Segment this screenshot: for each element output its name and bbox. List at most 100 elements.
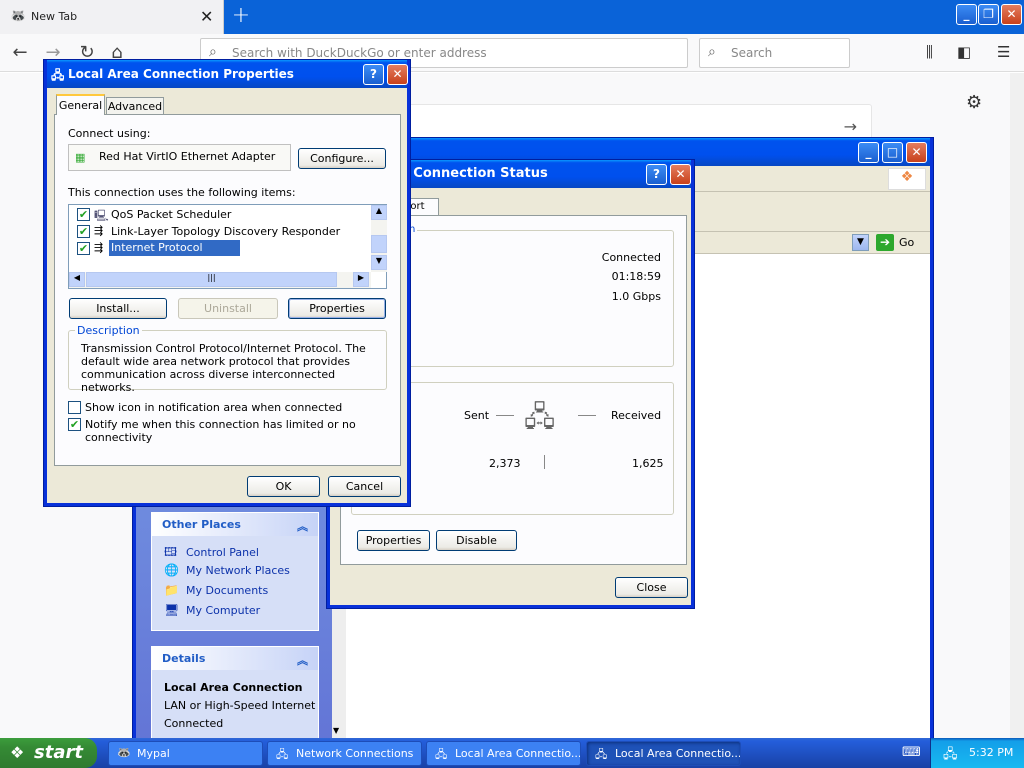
item-checkbox[interactable]: ✔: [77, 208, 90, 221]
general-tab-panel: Connect using: ▦ Red Hat VirtIO Ethernet…: [54, 114, 401, 466]
collapse-icon: ︽: [297, 654, 308, 667]
status-properties-button[interactable]: Properties: [357, 530, 430, 551]
list-item-selected[interactable]: Internet Protocol (TCP/IP): [109, 240, 240, 267]
library-icon[interactable]: ⫼: [926, 43, 933, 61]
back-arrow-icon[interactable]: ←: [9, 42, 31, 63]
details-status: Connected: [164, 717, 224, 730]
address-dropdown-icon[interactable]: ▼: [852, 234, 869, 251]
network-connections-icon: 🖧: [276, 748, 289, 761]
adapter-name: Red Hat VirtIO Ethernet Adapter: [99, 150, 276, 163]
arrow-right-icon[interactable]: →: [844, 117, 857, 136]
hscroll-thumb[interactable]: |||: [86, 272, 337, 287]
network-icon: 🖧: [595, 748, 608, 761]
lan-properties-dialog: 🖧 Local Area Connection Properties ? ✕ G…: [44, 60, 410, 506]
show-icon-label[interactable]: Show icon in notification area when conn…: [85, 401, 342, 414]
install-button[interactable]: Install...: [69, 298, 167, 319]
close-icon[interactable]: ✕: [387, 64, 408, 85]
maximize-icon[interactable]: □: [882, 142, 903, 163]
network-tray-icon[interactable]: 🖧: [943, 745, 958, 767]
cancel-button[interactable]: Cancel: [328, 476, 401, 497]
go-label[interactable]: Go: [899, 236, 914, 249]
description-title: Description: [75, 324, 142, 337]
start-button[interactable]: ❖ start: [0, 738, 97, 768]
notify-checkbox[interactable]: ✔: [68, 418, 81, 431]
show-icon-checkbox[interactable]: ✔: [68, 401, 81, 414]
task-network-connections[interactable]: 🖧 Network Connections: [267, 741, 422, 766]
items-list: ✔ 🖳 QoS Packet Scheduler ✔ ⇶ Link-Layer …: [68, 204, 387, 289]
search-box[interactable]: ⌕ Search: [699, 38, 850, 68]
scroll-up-icon[interactable]: ▲: [371, 205, 387, 220]
link-my-computer[interactable]: 🖥 My Computer: [164, 603, 260, 617]
sidebar-icon[interactable]: ◧: [957, 43, 971, 61]
ok-button[interactable]: OK: [247, 476, 320, 497]
network-card-icon: ▦: [75, 151, 86, 164]
details-title[interactable]: Details ︽: [152, 647, 318, 670]
scroll-right-icon[interactable]: ▶: [353, 272, 369, 287]
task-lan-properties[interactable]: 🖧 Local Area Connectio...: [586, 741, 741, 766]
details-type: LAN or High-Speed Internet: [164, 699, 316, 712]
sent-label: Sent: [464, 409, 490, 422]
help-icon[interactable]: ?: [646, 164, 667, 185]
task-mypal[interactable]: 🦝 Mypal: [108, 741, 263, 766]
close-icon[interactable]: ✕: [1001, 4, 1022, 25]
received-label: Received: [611, 409, 662, 422]
props-title-bar: 🖧 Local Area Connection Properties ? ✕: [47, 60, 408, 88]
minimize-icon[interactable]: _: [956, 4, 977, 25]
search-placeholder: Search: [731, 46, 773, 60]
task-lan-status[interactable]: 🖧 Local Area Connectio...: [426, 741, 581, 766]
properties-button[interactable]: Properties: [288, 298, 386, 319]
new-tab-plus-icon[interactable]: +: [231, 3, 251, 28]
protocol-icon: ⇶: [94, 224, 104, 237]
scroll-left-icon[interactable]: ◀: [69, 272, 85, 287]
item-checkbox[interactable]: ✔: [77, 225, 90, 238]
list-item[interactable]: Link-Layer Topology Discovery Responder: [111, 225, 340, 238]
list-vscrollbar[interactable]: ▲ ▼: [371, 205, 387, 272]
tab-close-icon[interactable]: ✕: [200, 7, 213, 26]
system-tray: 🖧 5:32 PM: [930, 738, 1024, 768]
notify-label[interactable]: Notify me when this connection has limit…: [85, 418, 400, 444]
link-control-panel[interactable]: 🖽 Control Panel: [164, 543, 259, 564]
other-places-title[interactable]: Other Places ︽: [152, 513, 318, 536]
keyboard-icon[interactable]: ⌨: [902, 745, 921, 760]
minimize-icon[interactable]: _: [858, 142, 879, 163]
tab-advanced[interactable]: Advanced: [106, 97, 164, 115]
gear-icon[interactable]: ⚙: [966, 92, 982, 113]
disable-button[interactable]: Disable: [436, 530, 517, 551]
configure-button[interactable]: Configure...: [298, 148, 386, 169]
connect-using-label: Connect using:: [68, 127, 151, 140]
collapse-icon: ︽: [297, 520, 308, 533]
go-arrow-icon[interactable]: ➔: [876, 234, 894, 251]
list-item[interactable]: QoS Packet Scheduler: [111, 208, 231, 221]
help-icon[interactable]: ?: [363, 64, 384, 85]
uninstall-button[interactable]: Uninstall: [178, 298, 278, 319]
received-value: 1,625: [632, 457, 664, 470]
link-my-documents[interactable]: 📁 My Documents: [164, 583, 268, 597]
other-places-panel: Other Places ︽ 🖽 Control Panel 🌐 My Network…: [151, 512, 319, 631]
tab-general[interactable]: General: [56, 94, 105, 115]
windows-flag-icon: ❖: [10, 743, 25, 762]
adapter-box: ▦ Red Hat VirtIO Ethernet Adapter: [68, 144, 291, 171]
list-hscrollbar[interactable]: ◀ ||| ▶: [69, 272, 371, 288]
mypal-icon: 🦝: [117, 746, 131, 759]
description-groupbox: Description Transmission Control Protoco…: [68, 324, 387, 394]
scroll-down-icon[interactable]: ▼: [371, 255, 387, 270]
close-icon[interactable]: ✕: [670, 164, 691, 185]
clock[interactable]: 5:32 PM: [969, 746, 1013, 759]
scroll-thumb[interactable]: [371, 235, 387, 253]
sent-value: 2,373: [489, 457, 521, 470]
link-my-network-places[interactable]: 🌐 My Network Places: [164, 563, 290, 577]
search-icon: ⌕: [209, 44, 217, 60]
item-checkbox[interactable]: ✔: [77, 242, 90, 255]
network-icon: 🖧: [51, 68, 65, 82]
menu-icon[interactable]: ☰: [997, 43, 1010, 61]
status-close-button[interactable]: Close: [615, 577, 688, 598]
status-value: Connected: [601, 251, 661, 264]
tab-favicon-icon: 🦝: [10, 9, 27, 24]
browser-tab[interactable]: 🦝 New Tab ✕: [0, 0, 224, 34]
close-icon[interactable]: ✕: [906, 142, 927, 163]
details-panel: Details ︽ Local Area Connection LAN or Hi…: [151, 646, 319, 742]
scroll-down-icon[interactable]: ▼: [333, 726, 339, 735]
page-scrollbar[interactable]: [1010, 73, 1024, 739]
task-pane-scrollbar[interactable]: ▼: [332, 604, 346, 742]
restore-icon[interactable]: ❐: [978, 4, 999, 25]
